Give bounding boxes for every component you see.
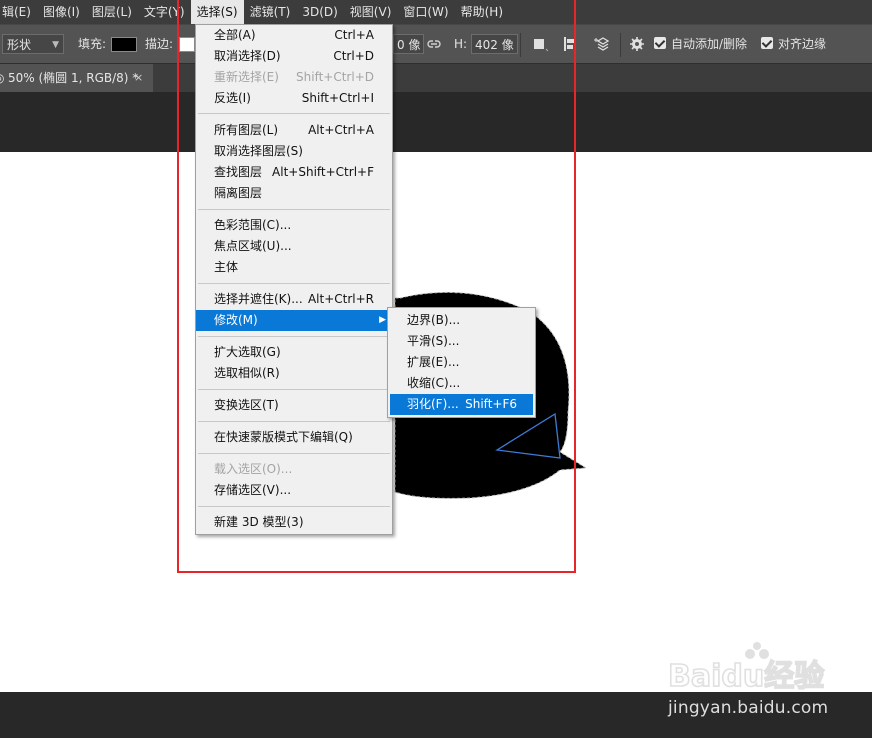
menu-filter[interactable]: 滤镜(T)	[244, 0, 297, 24]
menu-item-deselect[interactable]: 取消选择(D) Ctrl+D	[196, 46, 392, 67]
menu-view[interactable]: 视图(V)	[344, 0, 398, 24]
divider	[520, 33, 521, 57]
baidu-logo: Baidu经验	[667, 642, 825, 695]
height-field[interactable]: 402 像	[471, 34, 518, 54]
menu-separator	[198, 336, 390, 337]
menu-help[interactable]: 帮助(H)	[455, 0, 509, 24]
link-icon[interactable]	[426, 34, 442, 54]
gear-icon[interactable]	[628, 34, 646, 54]
svg-text:Baidu经验: Baidu经验	[668, 659, 824, 694]
menu-separator	[198, 283, 390, 284]
menu-3d[interactable]: 3D(D)	[296, 0, 343, 24]
menu-window[interactable]: 窗口(W)	[397, 0, 454, 24]
checkbox-checked-icon	[654, 37, 666, 49]
menu-item-inverse[interactable]: 反选(I) Shift+Ctrl+I	[196, 88, 392, 109]
submenu-arrow-icon: ▶	[379, 315, 386, 325]
align-edges-checkbox[interactable]: 对齐边缘	[761, 34, 826, 54]
menu-item-similar[interactable]: 选取相似(R)	[196, 363, 392, 384]
submenu-item-feather[interactable]: 羽化(F)... Shift+F6	[390, 394, 533, 415]
menu-item-load-selection: 载入选区(O)...	[214, 462, 293, 476]
fill-color-swatch[interactable]	[111, 37, 137, 52]
menu-item-select-all[interactable]: 全部(A) Ctrl+A	[196, 25, 392, 46]
speech-bubble-shape	[394, 291, 588, 499]
submenu-item-contract[interactable]: 收缩(C)...	[390, 373, 533, 394]
stroke-label: 描边:	[145, 37, 174, 51]
menu-layer[interactable]: 图层(L)	[86, 0, 138, 24]
checkbox-checked-icon	[761, 37, 773, 49]
document-tab-title: 50% (椭圆 1, RGB/8) *	[8, 71, 139, 85]
height-label: H:	[454, 37, 468, 51]
submenu-item-expand[interactable]: 扩展(E)...	[390, 352, 533, 373]
path-alignment-icon[interactable]	[562, 34, 580, 54]
menu-item-quick-mask[interactable]: 在快速蒙版模式下编辑(Q)	[196, 427, 392, 448]
auto-add-delete-label: 自动添加/删除	[671, 37, 748, 51]
modify-submenu: 边界(B)... 平滑(S)... 扩展(E)... 收缩(C)... 羽化(F…	[387, 307, 536, 418]
menu-item-isolate-layers[interactable]: 隔离图层	[196, 183, 392, 204]
select-menu-dropdown: 全部(A) Ctrl+A 取消选择(D) Ctrl+D 重新选择(E) Shift+C…	[195, 24, 393, 535]
path-arrangement-icon[interactable]	[594, 34, 614, 54]
shape-mode-value: 形状	[7, 38, 32, 52]
menu-item-transform-selection[interactable]: 变换选区(T)	[196, 395, 392, 416]
menu-item-all-layers[interactable]: 所有图层(L) Alt+Ctrl+A	[196, 120, 392, 141]
menu-item-new-3d-model[interactable]: 新建 3D 模型(3)	[196, 512, 392, 533]
menu-item-reselect: 重新选择(E) Shift+Ctrl+D	[214, 70, 374, 84]
menu-item-focus-area[interactable]: 焦点区域(U)...	[196, 236, 392, 257]
menu-separator	[198, 389, 390, 390]
watermark-url: jingyan.baidu.com	[668, 698, 829, 718]
menu-item-grow[interactable]: 扩大选取(G)	[196, 342, 392, 363]
menu-bar: 辑(E) 图像(I) 图层(L) 文字(Y) 选择(S) 滤镜(T) 3D(D)…	[0, 0, 872, 24]
menu-item-subject[interactable]: 主体	[196, 257, 392, 278]
menu-separator	[198, 506, 390, 507]
submenu-item-border[interactable]: 边界(B)...	[390, 310, 533, 331]
menu-separator	[198, 113, 390, 114]
menu-separator	[198, 453, 390, 454]
options-bar: 形状 ▼ 填充: 描边: 0 像 H: 402 像 自动添加/删除 对齐边缘	[0, 24, 872, 64]
menu-item-deselect-layers[interactable]: 取消选择图层(S)	[196, 141, 392, 162]
fill-label: 填充:	[78, 37, 107, 51]
menu-item-save-selection[interactable]: 存储选区(V)...	[196, 480, 392, 501]
auto-add-delete-checkbox[interactable]: 自动添加/删除	[654, 34, 747, 54]
menu-item-modify[interactable]: 修改(M) ▶	[196, 310, 392, 331]
menu-type[interactable]: 文字(Y)	[138, 0, 191, 24]
document-tab[interactable]: ◎ 50% (椭圆 1, RGB/8) * ×	[0, 64, 153, 92]
path-operations-icon[interactable]	[532, 34, 550, 54]
submenu-item-smooth[interactable]: 平滑(S)...	[390, 331, 533, 352]
menu-separator	[198, 421, 390, 422]
menu-select[interactable]: 选择(S)	[190, 0, 244, 24]
workspace-background	[0, 92, 872, 152]
menu-image[interactable]: 图像(I)	[37, 0, 86, 24]
menu-edit[interactable]: 辑(E)	[0, 0, 37, 24]
close-icon[interactable]: ×	[134, 64, 143, 92]
menu-item-select-and-mask[interactable]: 选择并遮住(K)... Alt+Ctrl+R	[196, 289, 392, 310]
align-edges-label: 对齐边缘	[778, 37, 827, 51]
menu-item-find-layers[interactable]: 查找图层 Alt+Shift+Ctrl+F	[196, 162, 392, 183]
menu-item-color-range[interactable]: 色彩范围(C)...	[196, 215, 392, 236]
chevron-down-icon: ▼	[52, 40, 59, 50]
divider	[620, 33, 621, 57]
shape-mode-select[interactable]: 形状 ▼	[2, 34, 64, 54]
document-icon: ◎	[0, 64, 4, 92]
menu-separator	[198, 209, 390, 210]
document-canvas[interactable]	[0, 152, 872, 692]
document-tab-bar: ◎ 50% (椭圆 1, RGB/8) * ×	[0, 64, 872, 92]
width-field[interactable]: 0 像	[393, 34, 425, 54]
baidu-jingyan-watermark: Baidu经验 jingyan.baidu.com	[667, 632, 838, 722]
stroke-color-swatch[interactable]	[179, 37, 195, 52]
